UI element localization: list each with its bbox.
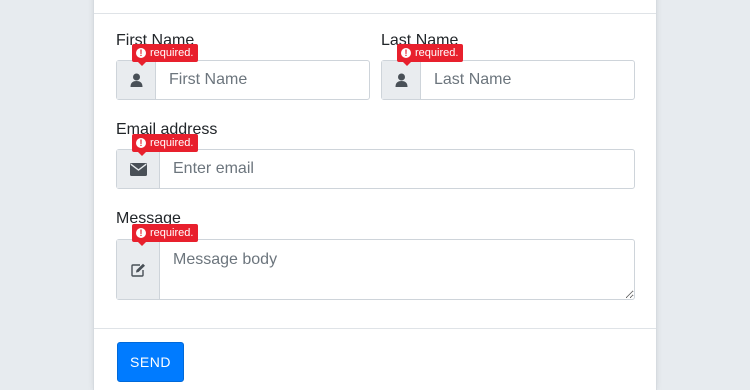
card-footer-divider	[94, 328, 656, 329]
last-name-input[interactable]	[421, 61, 641, 99]
exclamation-icon: !	[136, 228, 146, 238]
message-error-text: required.	[150, 227, 194, 239]
exclamation-icon: !	[401, 48, 411, 58]
message-error-tooltip: ! required.	[132, 224, 199, 246]
message-textarea[interactable]	[160, 240, 634, 299]
exclamation-icon: !	[136, 48, 146, 58]
edit-icon	[117, 240, 160, 299]
send-button[interactable]: SEND	[117, 342, 184, 382]
last-name-input-group	[381, 60, 641, 100]
first-name-error-text: required.	[150, 47, 194, 59]
email-error-text: required.	[150, 137, 194, 149]
user-icon	[382, 61, 421, 99]
card-header-divider	[94, 13, 656, 14]
contact-form-card: First Name ! required. Last Name ! requi…	[93, 0, 657, 390]
email-input[interactable]	[160, 150, 634, 188]
email-error-tooltip: ! required.	[132, 134, 199, 156]
message-input-group	[116, 239, 635, 300]
email-input-group	[116, 149, 635, 189]
first-name-error-tooltip: ! required.	[132, 44, 199, 66]
last-name-error-text: required.	[415, 47, 459, 59]
exclamation-icon: !	[136, 138, 146, 148]
last-name-error-tooltip: ! required.	[397, 44, 464, 66]
first-name-input[interactable]	[156, 61, 376, 99]
first-name-input-group	[116, 60, 376, 100]
user-icon	[117, 61, 156, 99]
